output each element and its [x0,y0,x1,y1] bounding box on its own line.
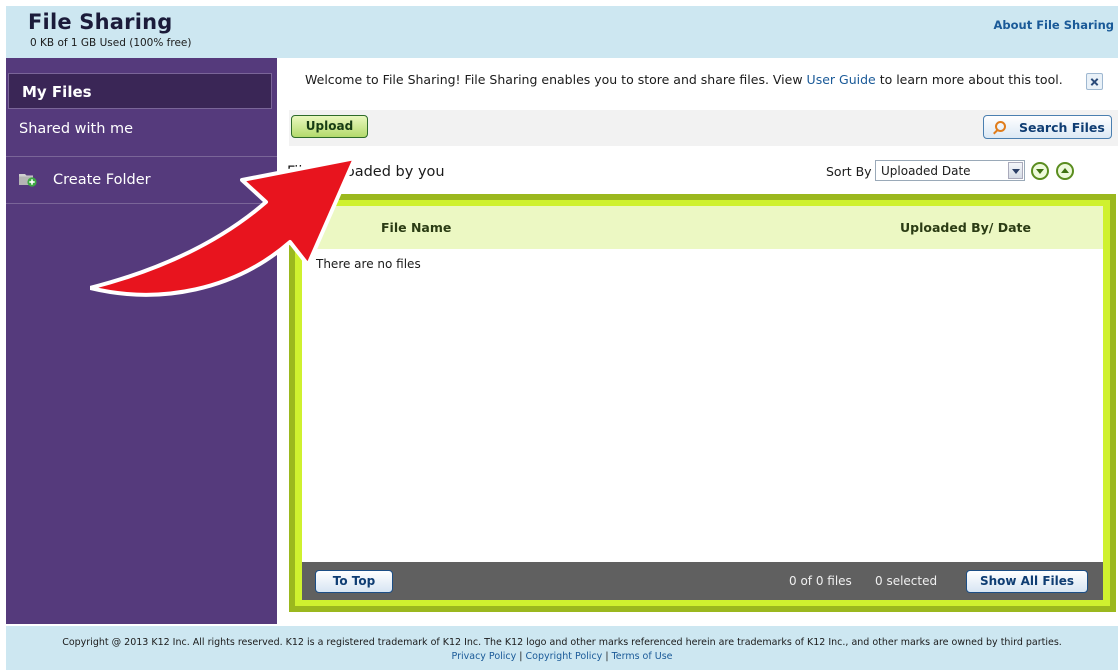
to-top-button[interactable]: To Top [315,570,393,593]
table-header: File Name Uploaded By/ Date [302,206,1103,249]
sort-select-value: Uploaded Date [881,164,971,178]
main-content: Welcome to File Sharing! File Sharing en… [277,58,1118,624]
search-icon [995,121,1006,132]
about-file-sharing-link[interactable]: About File Sharing [993,18,1114,32]
search-files-label: Search Files [1019,120,1105,135]
sidebar-item-shared-with-me[interactable]: Shared with me [6,111,277,157]
create-folder-button[interactable]: Create Folder [6,158,277,204]
sidebar: My Files Shared with me Create Folder [6,58,277,624]
welcome-text: Welcome to File Sharing! File Sharing en… [305,72,807,87]
app-title: File Sharing [28,10,173,34]
sort-select[interactable]: Uploaded Date [875,160,1025,181]
table-footer: To Top 0 of 0 files 0 selected Show All … [302,562,1103,600]
storage-quota: 0 KB of 1 GB Used (100% free) [30,37,192,49]
file-list-panel: File Name Uploaded By/ Date There are no… [289,194,1116,612]
column-header-file-name[interactable]: File Name [381,220,451,235]
sidebar-item-label: Shared with me [19,121,134,137]
file-table: File Name Uploaded By/ Date There are no… [302,206,1103,600]
user-guide-link[interactable]: User Guide [807,72,876,87]
privacy-policy-link[interactable]: Privacy Policy [452,651,517,662]
selected-count: 0 selected [875,574,938,588]
upload-button[interactable]: Upload [291,115,368,138]
search-files-button[interactable]: Search Files [983,115,1112,139]
file-count: 0 of 0 files [789,574,852,588]
show-all-files-button[interactable]: Show All Files [966,570,1088,593]
sidebar-item-label: My Files [22,83,92,101]
copyright-policy-link[interactable]: Copyright Policy [526,651,603,662]
folder-add-icon [19,174,37,187]
sort-ascending-icon[interactable] [1056,162,1074,180]
footer-links: Privacy Policy | Copyright Policy | Term… [6,651,1118,662]
page: File Sharing 0 KB of 1 GB Used (100% fre… [0,0,1118,670]
sort-descending-icon[interactable] [1031,162,1049,180]
welcome-message: Welcome to File Sharing! File Sharing en… [305,72,1063,87]
app-header: File Sharing 0 KB of 1 GB Used (100% fre… [6,6,1118,58]
copyright-text: Copyright @ 2013 K12 Inc. All rights res… [62,637,1062,648]
sidebar-item-label: Create Folder [53,172,151,188]
welcome-text-end: to learn more about this tool. [875,72,1063,87]
chevron-down-icon [1008,162,1023,179]
sort-label: Sort By [826,164,872,179]
empty-message: There are no files [316,257,421,271]
section-title: Files uploaded by you [287,164,445,180]
close-icon[interactable] [1086,73,1103,90]
terms-of-use-link[interactable]: Terms of Use [612,651,673,662]
file-list-panel-inner: File Name Uploaded By/ Date There are no… [295,200,1110,606]
page-footer: Copyright @ 2013 K12 Inc. All rights res… [6,626,1118,670]
sidebar-item-my-files[interactable]: My Files [8,73,272,109]
column-header-uploaded-by-date[interactable]: Uploaded By/ Date [900,220,1031,235]
